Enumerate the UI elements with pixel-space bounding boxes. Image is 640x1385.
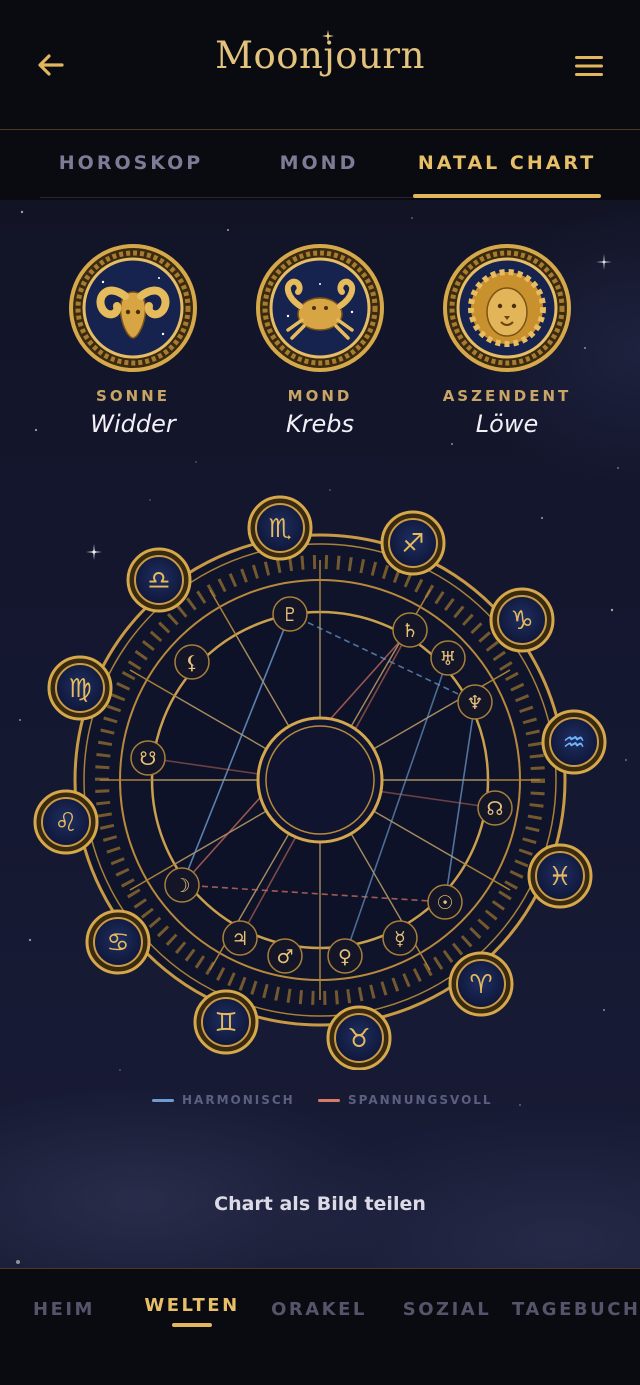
app-title: Moonjourn xyxy=(215,34,425,77)
legend-tension: SPANNUNGSVOLL xyxy=(318,1093,493,1107)
hamburger-menu-icon xyxy=(575,56,603,76)
section-tabs: HOROSKOP MOND NATAL CHART xyxy=(0,130,640,200)
harmonic-swatch xyxy=(152,1098,174,1102)
leo-lion-medallion-icon xyxy=(468,269,546,347)
svg-text:♃: ♃ xyxy=(231,928,248,950)
svg-text:♀: ♀ xyxy=(338,946,352,968)
capricorn-icon: ♑ xyxy=(489,587,555,653)
svg-text:♈: ♈ xyxy=(469,970,492,1000)
sun-sign-caption: SONNE xyxy=(96,387,170,405)
moon-sign-value: Krebs xyxy=(285,410,355,438)
svg-text:♆: ♆ xyxy=(466,692,483,714)
natal-chart-wheel: ♇ ♄ ♅ ♆ ☊ ☉ ☿ ♀ ♂ ♃ ☽ ☋ ⚸ ♏ ♐ ♑ ♒ ♓ ♈ ♉ … xyxy=(33,495,607,1070)
svg-text:☉: ☉ xyxy=(436,892,453,914)
sun-sign-value: Widder xyxy=(90,410,176,438)
nav-sozial[interactable]: SOZIAL xyxy=(394,1299,500,1320)
nav-tagebuch[interactable]: TAGEBUCH xyxy=(512,1299,638,1320)
neptune-glyph[interactable]: ♆ xyxy=(457,684,493,720)
natal-chart-content: SONNE Widder MOND Krebs ASZENDENT Löwe ♇… xyxy=(0,200,640,1268)
legend-harmonic-label: HARMONISCH xyxy=(182,1093,295,1107)
sagittarius-icon: ♐ xyxy=(380,510,446,576)
aries-icon: ♈ xyxy=(448,951,514,1017)
svg-text:♓: ♓ xyxy=(548,862,571,892)
aspect-legend: HARMONISCH SPANNUNGSVOLL xyxy=(0,1093,640,1113)
lilith-glyph[interactable]: ⚸ xyxy=(174,644,210,680)
tab-natal-chart[interactable]: NATAL CHART xyxy=(410,152,604,174)
libra-icon: ♎ xyxy=(126,547,192,613)
taurus-icon: ♉ xyxy=(326,1005,392,1070)
menu-button[interactable] xyxy=(568,48,610,84)
active-nav-indicator xyxy=(172,1323,212,1327)
svg-text:♄: ♄ xyxy=(401,620,418,642)
nav-welten[interactable]: WELTEN xyxy=(136,1295,248,1316)
natal-chart-screen: Moonjourn HOROSKOP MOND NATAL CHART SONN… xyxy=(0,0,640,1385)
svg-text:☊: ☊ xyxy=(487,798,504,820)
leo-icon: ♌ xyxy=(33,789,99,855)
svg-text:♂: ♂ xyxy=(276,946,293,968)
moon-sign-medallion xyxy=(256,244,384,372)
saturn-glyph[interactable]: ♄ xyxy=(392,612,428,648)
svg-text:♐: ♐ xyxy=(401,529,424,559)
share-chart-button[interactable]: Chart als Bild teilen xyxy=(170,1193,470,1223)
south-node-glyph[interactable]: ☋ xyxy=(130,740,166,776)
legend-tension-label: SPANNUNGSVOLL xyxy=(348,1093,493,1107)
svg-text:♌: ♌ xyxy=(54,808,77,838)
tab-mond[interactable]: MOND xyxy=(236,152,402,174)
sparkle-icon xyxy=(322,30,334,42)
svg-text:♑: ♑ xyxy=(510,606,533,636)
ascendant-caption: ASZENDENT xyxy=(442,387,572,405)
sun-glyph[interactable]: ☉ xyxy=(427,884,463,920)
tension-swatch xyxy=(318,1098,340,1102)
moon-glyph[interactable]: ☽ xyxy=(164,867,200,903)
app-header: Moonjourn xyxy=(0,0,640,130)
ascendant-sign-medallion xyxy=(443,244,571,372)
mercury-glyph[interactable]: ☿ xyxy=(382,920,418,956)
svg-text:☽: ☽ xyxy=(173,875,190,897)
svg-text:♏: ♏ xyxy=(268,514,291,544)
svg-text:♋: ♋ xyxy=(106,928,129,958)
nav-heim[interactable]: HEIM xyxy=(18,1299,110,1320)
uranus-glyph[interactable]: ♅ xyxy=(430,640,466,676)
sun-sign-medallion xyxy=(69,244,197,372)
pisces-icon: ♓ xyxy=(527,843,593,909)
svg-text:♍: ♍ xyxy=(68,674,91,704)
svg-text:♊: ♊ xyxy=(214,1008,237,1038)
svg-text:♉: ♉ xyxy=(347,1024,370,1054)
cancer-icon: ♋ xyxy=(85,909,151,975)
aquarius-icon: ♒ xyxy=(541,709,607,775)
pluto-glyph[interactable]: ♇ xyxy=(272,596,308,632)
svg-text:☿: ☿ xyxy=(394,928,406,950)
ascendant-value: Löwe xyxy=(475,410,539,438)
svg-text:♒: ♒ xyxy=(562,728,585,758)
gemini-icon: ♊ xyxy=(193,989,259,1055)
venus-glyph[interactable]: ♀ xyxy=(327,938,363,974)
svg-text:⚸: ⚸ xyxy=(185,652,199,674)
legend-harmonic: HARMONISCH xyxy=(152,1093,295,1107)
svg-text:♎: ♎ xyxy=(147,566,170,596)
north-node-glyph[interactable]: ☊ xyxy=(477,790,513,826)
active-tab-indicator xyxy=(413,194,601,198)
jupiter-glyph[interactable]: ♃ xyxy=(222,920,258,956)
svg-text:♇: ♇ xyxy=(281,604,298,626)
bottom-navigation: HEIM WELTEN ORAKEL SOZIAL TAGEBUCH xyxy=(0,1268,640,1385)
svg-text:♅: ♅ xyxy=(439,648,456,670)
tab-horoskop[interactable]: HOROSKOP xyxy=(40,152,222,174)
mars-glyph[interactable]: ♂ xyxy=(267,938,303,974)
nav-orakel[interactable]: ORAKEL xyxy=(264,1299,374,1320)
scorpio-icon: ♏ xyxy=(247,495,313,561)
moon-sign-caption: MOND xyxy=(287,387,353,405)
virgo-icon: ♍ xyxy=(47,655,113,721)
svg-text:☋: ☋ xyxy=(140,748,157,770)
